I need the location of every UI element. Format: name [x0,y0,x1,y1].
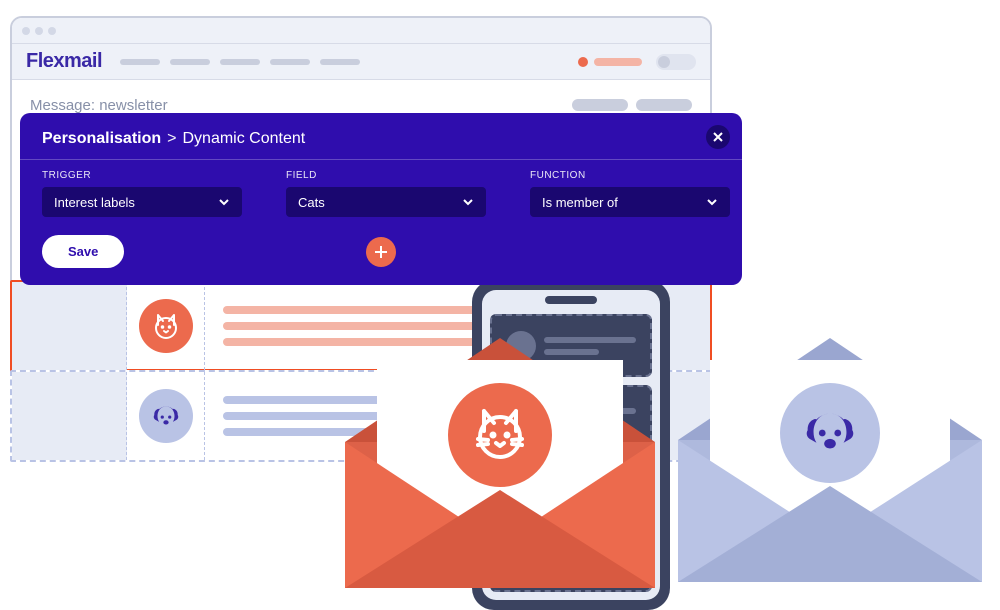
traffic-light-dot [35,27,43,35]
nav-item-placeholder [120,59,160,65]
block-margin-left [12,282,127,370]
trigger-select[interactable]: Interest labels [42,187,242,217]
cat-icon [139,299,193,353]
user-name-placeholder [594,58,642,66]
nav-item-placeholder [220,59,260,65]
save-button[interactable]: Save [42,235,124,268]
nav-item-placeholder [270,59,310,65]
personalisation-panel: Personalisation > Dynamic Content TRIGGE… [20,113,742,285]
traffic-light-dot [22,27,30,35]
function-value: Is member of [542,195,618,210]
phone-notch [545,296,597,304]
envelope-dog [670,330,990,585]
action-placeholder [572,99,628,111]
chevron-down-icon [218,198,230,206]
breadcrumb-separator: > [167,130,176,148]
field-label: FIELD [286,170,486,181]
trigger-label: TRIGGER [42,170,242,181]
text-placeholder [223,322,513,330]
nav-item-placeholder [170,59,210,65]
panel-breadcrumb-root[interactable]: Personalisation [42,130,161,148]
block-image-col [127,372,205,460]
panel-breadcrumb-current: Dynamic Content [183,130,306,148]
block-image-col [127,282,205,370]
dog-icon [799,402,861,464]
close-icon[interactable] [706,125,730,149]
function-label: FUNCTION [530,170,730,181]
dog-icon [139,389,193,443]
cat-icon [468,403,532,467]
traffic-light-dot [48,27,56,35]
chevron-down-icon [706,198,718,206]
app-navbar: Flexmail [12,44,710,80]
window-titlebar [12,18,710,44]
function-select[interactable]: Is member of [530,187,730,217]
field-select[interactable]: Cats [286,187,486,217]
nav-item-placeholder [320,59,360,65]
user-avatar-dot [578,57,588,67]
chevron-down-icon [462,198,474,206]
action-placeholder [636,99,692,111]
block-margin-left [12,372,127,460]
envelope-cat [335,330,665,590]
trigger-value: Interest labels [54,195,135,210]
theme-toggle[interactable] [656,54,696,70]
field-value: Cats [298,195,325,210]
brand-logo: Flexmail [26,50,102,73]
add-rule-button[interactable] [366,237,396,267]
message-breadcrumb: Message: newsletter [30,97,168,114]
